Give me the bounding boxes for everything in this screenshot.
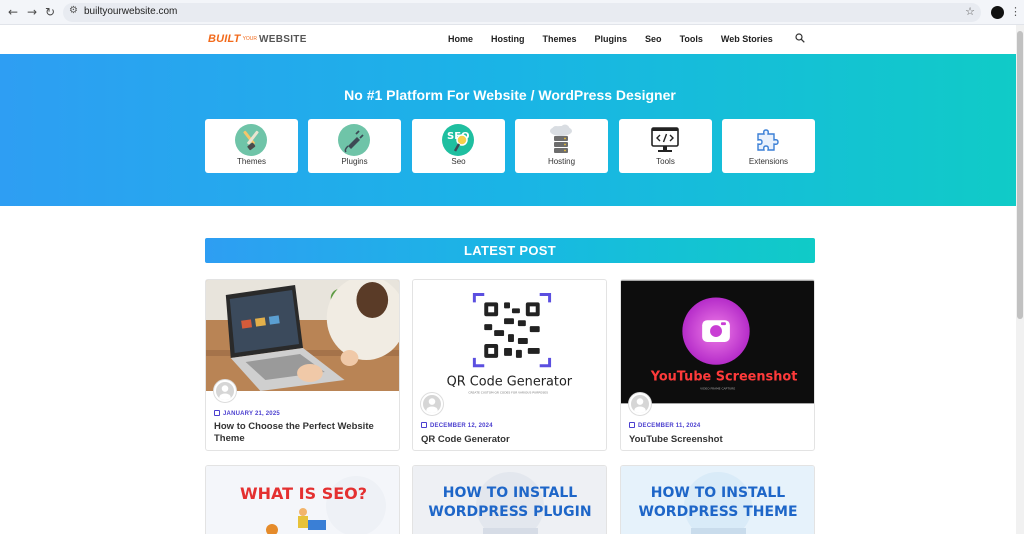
latest-post-heading: LATEST POST bbox=[205, 238, 815, 263]
seo-image-title: WHAT IS SEO? bbox=[240, 484, 367, 503]
category-label: Plugins bbox=[341, 157, 368, 166]
site-logo[interactable]: BUILT YOUR WEBSITE bbox=[208, 33, 307, 45]
yt-image-subtitle: VIDEO FRAME CAPTURE bbox=[700, 387, 735, 391]
post-card[interactable]: YouTube Screenshot VIDEO FRAME CAPTURE D… bbox=[620, 279, 815, 451]
plugin-image-title-2: WORDPRESS PLUGIN bbox=[428, 504, 591, 520]
post-title[interactable]: YouTube Screenshot bbox=[629, 434, 807, 446]
menu-tools[interactable]: Tools bbox=[680, 34, 703, 44]
address-bar[interactable]: ⚙ builtyourwebsite.com ☆ bbox=[63, 3, 981, 22]
post-card[interactable]: JANUARY 21, 2025 How to Choose the Perfe… bbox=[205, 279, 400, 451]
category-card-seo[interactable]: SEO Seo bbox=[412, 119, 505, 173]
post-date: DECEMBER 12, 2024 bbox=[421, 422, 493, 429]
menu-home[interactable]: Home bbox=[448, 34, 473, 44]
seo-magnifier-icon: SEO bbox=[442, 124, 474, 156]
calendar-icon bbox=[629, 422, 635, 428]
profile-avatar[interactable] bbox=[991, 6, 1004, 19]
server-cloud-icon bbox=[550, 124, 572, 153]
hero-banner: No #1 Platform For Website / WordPress D… bbox=[0, 54, 1016, 206]
site-header: BUILT YOUR WEBSITE Home Hosting Themes P… bbox=[0, 25, 1016, 54]
author-avatar[interactable] bbox=[629, 393, 651, 415]
post-card[interactable]: HOW TO INSTALL WORDPRESS THEME bbox=[620, 465, 815, 534]
author-avatar[interactable] bbox=[214, 380, 236, 402]
logo-built: BUILT bbox=[208, 33, 241, 45]
post-card[interactable]: QR Code Generator CREATE CUSTOM QR CODES… bbox=[412, 279, 607, 451]
menu-themes[interactable]: Themes bbox=[543, 34, 577, 44]
post-title[interactable]: How to Choose the Perfect Website Theme bbox=[214, 421, 392, 445]
calendar-icon bbox=[214, 410, 220, 416]
user-avatar-icon bbox=[216, 382, 234, 400]
qr-image-title: QR Code Generator bbox=[447, 375, 573, 390]
post-title[interactable]: QR Code Generator bbox=[421, 434, 599, 446]
reload-icon[interactable]: ↻ bbox=[42, 4, 58, 20]
menu-seo[interactable]: Seo bbox=[645, 34, 662, 44]
category-card-hosting[interactable]: Hosting bbox=[515, 119, 608, 173]
scrollbar-thumb[interactable] bbox=[1017, 31, 1023, 319]
post-thumbnail-laptop[interactable] bbox=[206, 280, 399, 391]
bookmark-star-icon[interactable]: ☆ bbox=[965, 5, 975, 18]
hero-title: No #1 Platform For Website / WordPress D… bbox=[344, 87, 676, 103]
browser-menu-icon[interactable]: ⋮ bbox=[1010, 5, 1021, 18]
menu-plugins[interactable]: Plugins bbox=[595, 34, 628, 44]
post-thumbnail-qr[interactable]: QR Code Generator CREATE CUSTOM QR CODES… bbox=[413, 280, 606, 404]
category-label: Seo bbox=[451, 157, 466, 166]
address-url[interactable]: builtyourwebsite.com bbox=[84, 6, 177, 17]
menu-hosting[interactable]: Hosting bbox=[491, 34, 525, 44]
user-avatar-icon bbox=[423, 395, 441, 413]
forward-icon[interactable]: → bbox=[24, 4, 40, 20]
plugin-image-title-1: HOW TO INSTALL bbox=[443, 485, 577, 501]
post-card[interactable]: HOW TO INSTALL WORDPRESS PLUGIN bbox=[412, 465, 607, 534]
category-label: Tools bbox=[656, 157, 675, 166]
category-card-themes[interactable]: Themes bbox=[205, 119, 298, 173]
post-date: JANUARY 21, 2025 bbox=[214, 410, 280, 417]
main-menu: Home Hosting Themes Plugins Seo Tools We… bbox=[448, 34, 791, 44]
category-label: Extensions bbox=[748, 157, 789, 166]
category-card-tools[interactable]: Tools bbox=[619, 119, 712, 173]
post-thumbnail-youtube[interactable]: YouTube Screenshot VIDEO FRAME CAPTURE bbox=[621, 280, 814, 404]
paintbrush-icon bbox=[235, 124, 267, 156]
back-icon[interactable]: ← bbox=[5, 4, 21, 20]
calendar-icon bbox=[421, 422, 427, 428]
user-avatar-icon bbox=[631, 395, 649, 413]
category-card-extensions[interactable]: Extensions bbox=[722, 119, 815, 173]
post-thumbnail-seo[interactable]: WHAT IS SEO? bbox=[206, 466, 400, 534]
logo-website: WEBSITE bbox=[259, 33, 307, 45]
theme-image-title-2: WORDPRESS THEME bbox=[638, 504, 797, 520]
post-date: DECEMBER 11, 2024 bbox=[629, 422, 700, 429]
plug-icon bbox=[338, 124, 370, 156]
browser-toolbar: ← → ↻ ⚙ builtyourwebsite.com ☆ ⋮ bbox=[0, 0, 1024, 25]
post-card[interactable]: WHAT IS SEO? bbox=[205, 465, 400, 534]
post-thumbnail-install-plugin[interactable]: HOW TO INSTALL WORDPRESS PLUGIN bbox=[413, 466, 607, 534]
post-date-text: JANUARY 21, 2025 bbox=[223, 411, 280, 417]
category-label: Hosting bbox=[547, 157, 576, 166]
menu-web-stories[interactable]: Web Stories bbox=[721, 34, 773, 44]
post-date-text: DECEMBER 12, 2024 bbox=[430, 423, 493, 429]
post-thumbnail-install-theme[interactable]: HOW TO INSTALL WORDPRESS THEME bbox=[621, 466, 815, 534]
site-info-icon[interactable]: ⚙ bbox=[69, 5, 78, 16]
puzzle-icon bbox=[757, 129, 779, 151]
author-avatar[interactable] bbox=[421, 393, 443, 415]
category-card-plugins[interactable]: Plugins bbox=[308, 119, 401, 173]
yt-image-title: YouTube Screenshot bbox=[650, 370, 798, 385]
code-monitor-icon bbox=[651, 127, 679, 152]
theme-image-title-1: HOW TO INSTALL bbox=[651, 485, 785, 501]
category-label: Themes bbox=[237, 157, 266, 166]
post-date-text: DECEMBER 11, 2024 bbox=[638, 423, 701, 429]
search-icon[interactable] bbox=[795, 33, 805, 43]
qr-image-subtitle: CREATE CUSTOM QR CODES FOR VARIOUS PURPO… bbox=[468, 390, 548, 394]
logo-your: YOUR bbox=[242, 36, 258, 42]
